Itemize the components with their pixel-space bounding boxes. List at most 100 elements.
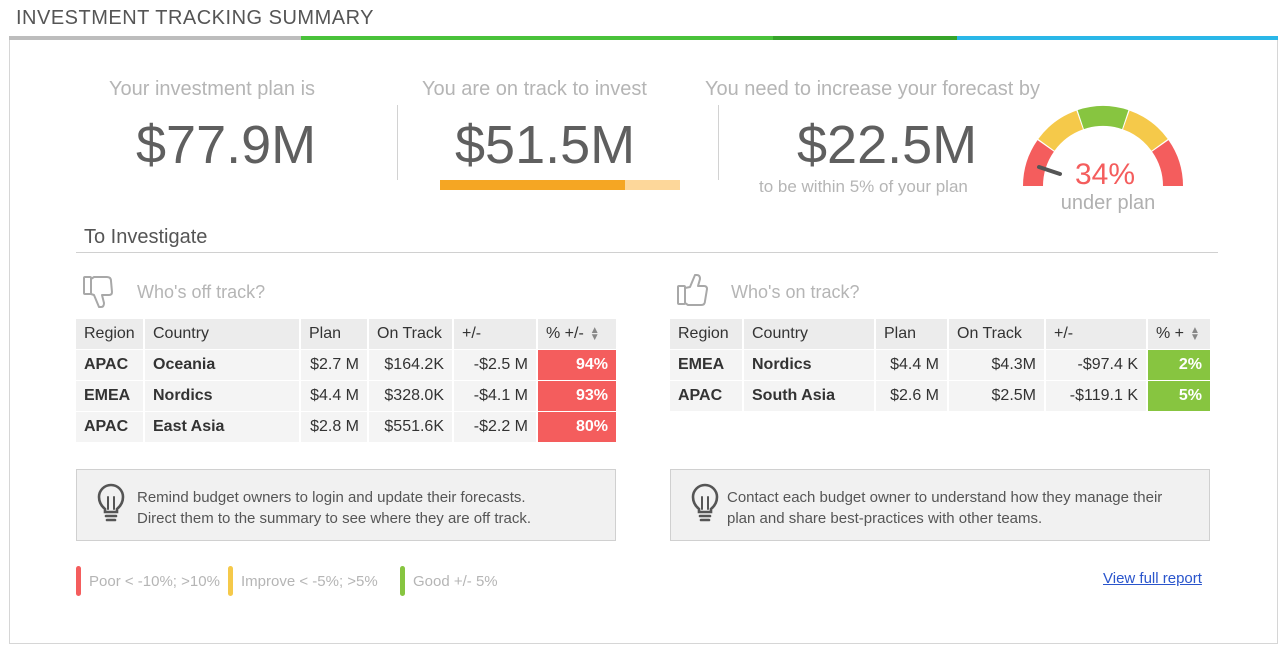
col-diff[interactable]: +/-	[1045, 319, 1148, 349]
cell-diff: -$97.4 K	[1045, 348, 1148, 381]
cell-plan: $4.4 M	[300, 379, 369, 412]
cell-on-track: $4.3M	[948, 348, 1046, 381]
off-track-heading: Who's off track?	[137, 282, 266, 302]
col-country[interactable]: Country	[144, 319, 301, 349]
cell-region: EMEA	[76, 379, 145, 412]
cell-diff: -$4.1 M	[453, 379, 538, 412]
cell-on-track: $328.0K	[368, 379, 454, 412]
sort-arrows-icon[interactable]: ▲ ▼	[590, 325, 600, 342]
cell-pct: 80%	[537, 410, 616, 443]
cell-country: Nordics	[743, 348, 876, 381]
view-full-report-link[interactable]: View full report	[1103, 570, 1202, 587]
lightbulb-icon	[691, 483, 719, 522]
cell-pct: 94%	[537, 348, 616, 381]
table-row[interactable]: EMEA Nordics $4.4 M $328.0K -$4.1 M 93%	[76, 379, 616, 412]
section-divider	[76, 252, 1218, 253]
col-diff[interactable]: +/-	[453, 319, 538, 349]
on-track-label: You are on track to invest	[422, 78, 647, 100]
increase-sub: to be within 5% of your plan	[759, 177, 968, 196]
section-title: To Investigate	[84, 226, 208, 248]
cell-region: APAC	[76, 348, 145, 381]
legend-swatch	[400, 566, 405, 596]
tip-line: Direct them to the summary to see where …	[137, 510, 532, 527]
increase-value: $22.5M	[797, 115, 978, 175]
plan-label: Your investment plan is	[109, 78, 316, 100]
col-plan[interactable]: Plan	[300, 319, 369, 349]
legend-label: Improve < -5%; >5%	[241, 572, 378, 590]
plan-value: $77.9M	[136, 115, 317, 175]
on-track-tip-text: Contact each budget owner to understand …	[727, 487, 1162, 529]
table-row[interactable]: APAC Oceania $2.7 M $164.2K -$2.5 M 94%	[76, 348, 616, 381]
col-on-track[interactable]: On Track	[948, 319, 1046, 349]
cell-region: EMEA	[670, 348, 744, 381]
cell-pct: 93%	[537, 379, 616, 412]
on-track-progress-fill	[440, 180, 625, 190]
cell-diff: -$119.1 K	[1045, 379, 1148, 412]
cell-on-track: $551.6K	[368, 410, 454, 443]
on-track-value: $51.5M	[455, 115, 636, 175]
cell-plan: $2.7 M	[300, 348, 369, 381]
cell-country: Oceania	[144, 348, 301, 381]
thumbs-down-icon	[83, 276, 113, 308]
col-pct[interactable]: % +/- ▲ ▼	[537, 319, 616, 349]
tip-line: plan and share best-practices with other…	[727, 510, 1043, 527]
cell-plan: $2.6 M	[875, 379, 949, 412]
lightbulb-icon	[97, 483, 125, 522]
table-row[interactable]: APAC South Asia $2.6 M $2.5M -$119.1 K 5%	[670, 379, 1210, 412]
cell-plan: $2.8 M	[300, 410, 369, 443]
cell-country: Nordics	[144, 379, 301, 412]
off-track-table: Region Country Plan On Track +/- % +/- ▲ ▼…	[76, 319, 616, 443]
col-pct[interactable]: % + ▲ ▼	[1147, 319, 1210, 349]
off-track-tip: Remind budget owners to login and update…	[76, 469, 616, 541]
table-header-row: Region Country Plan On Track +/- % +/- ▲ ▼	[76, 319, 616, 349]
tip-line: Remind budget owners to login and update…	[137, 489, 526, 506]
cell-on-track: $2.5M	[948, 379, 1046, 412]
gauge-segment-improve-right	[1123, 110, 1168, 151]
col-pct-label: % +/-	[546, 324, 584, 342]
col-on-track[interactable]: On Track	[368, 319, 454, 349]
col-region[interactable]: Region	[670, 319, 744, 349]
increase-label: You need to increase your forecast by	[705, 78, 1041, 100]
cell-pct: 2%	[1147, 348, 1210, 381]
off-track-tip-text: Remind budget owners to login and update…	[137, 487, 531, 529]
gauge-label: under plan	[1060, 192, 1156, 214]
col-country[interactable]: Country	[743, 319, 876, 349]
legend-label: Good +/- 5%	[413, 572, 498, 590]
col-region[interactable]: Region	[76, 319, 145, 349]
on-track-heading: Who's on track?	[731, 282, 860, 302]
on-track-tip: Contact each budget owner to understand …	[670, 469, 1210, 541]
legend-label: Poor < -10%; >10%	[89, 572, 220, 590]
thumbs-up-icon	[677, 274, 708, 306]
kpi-divider	[397, 105, 398, 180]
on-track-table: Region Country Plan On Track +/- % + ▲ ▼ E…	[670, 319, 1210, 412]
cell-diff: -$2.5 M	[453, 348, 538, 381]
on-track-progress-bar	[440, 180, 680, 190]
gauge-percent: 34%	[1074, 158, 1136, 191]
cell-region: APAC	[670, 379, 744, 412]
cell-country: East Asia	[144, 410, 301, 443]
gauge-segment-poor-left	[1023, 140, 1054, 186]
legend-improve: Improve < -5%; >5%	[228, 566, 378, 596]
cell-diff: -$2.2 M	[453, 410, 538, 443]
legend-swatch	[76, 566, 81, 596]
col-plan[interactable]: Plan	[875, 319, 949, 349]
col-pct-label: % +	[1156, 324, 1185, 342]
gauge-segment-improve-left	[1038, 110, 1083, 151]
cell-pct: 5%	[1147, 379, 1210, 412]
table-header-row: Region Country Plan On Track +/- % + ▲ ▼	[670, 319, 1210, 349]
legend-good: Good +/- 5%	[400, 566, 498, 596]
page-title: INVESTMENT TRACKING SUMMARY	[16, 7, 374, 29]
cell-country: South Asia	[743, 379, 876, 412]
legend-poor: Poor < -10%; >10%	[76, 566, 220, 596]
cell-region: APAC	[76, 410, 145, 443]
cell-on-track: $164.2K	[368, 348, 454, 381]
sort-arrows-icon[interactable]: ▲ ▼	[1190, 325, 1200, 342]
table-row[interactable]: APAC East Asia $2.8 M $551.6K -$2.2 M 80%	[76, 410, 616, 443]
table-row[interactable]: EMEA Nordics $4.4 M $4.3M -$97.4 K 2%	[670, 348, 1210, 381]
legend-swatch	[228, 566, 233, 596]
gauge-segment-good	[1077, 105, 1129, 130]
tip-line: Contact each budget owner to understand …	[727, 489, 1163, 506]
gauge-segment-poor-right	[1152, 140, 1183, 186]
kpi-divider	[718, 105, 719, 180]
cell-plan: $4.4 M	[875, 348, 949, 381]
